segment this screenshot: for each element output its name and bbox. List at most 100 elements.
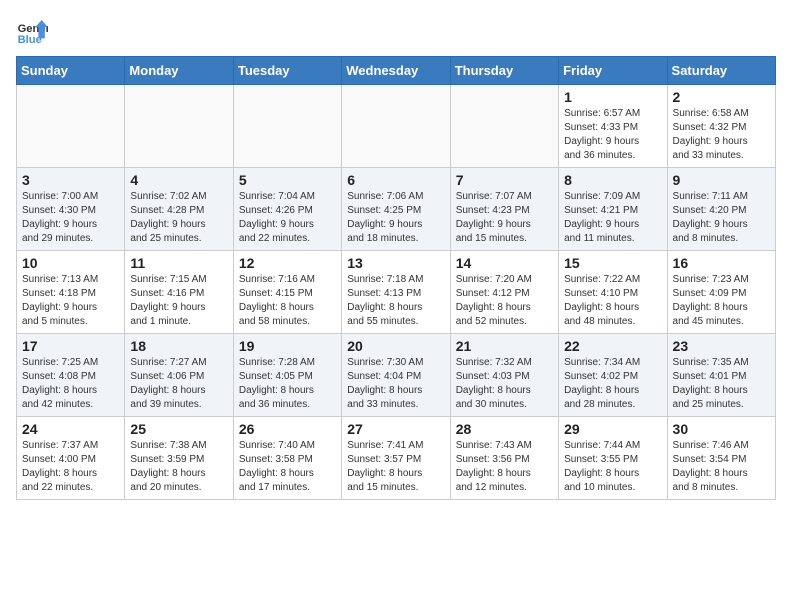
day-number: 14 — [456, 255, 553, 271]
day-info: Sunrise: 7:44 AM Sunset: 3:55 PM Dayligh… — [564, 439, 661, 495]
day-info: Sunrise: 7:00 AM Sunset: 4:30 PM Dayligh… — [22, 190, 119, 246]
day-number: 25 — [130, 421, 227, 437]
day-number: 1 — [564, 89, 661, 105]
day-info: Sunrise: 7:34 AM Sunset: 4:02 PM Dayligh… — [564, 356, 661, 412]
calendar-cell: 28 Sunrise: 7:43 AM Sunset: 3:56 PM Dayli… — [450, 417, 558, 500]
week-row-1: 1 Sunrise: 6:57 AM Sunset: 4:33 PM Daylig… — [17, 85, 776, 168]
calendar-cell: 14 Sunrise: 7:20 AM Sunset: 4:12 PM Dayli… — [450, 251, 558, 334]
day-number: 21 — [456, 338, 553, 354]
day-info: Sunrise: 7:40 AM Sunset: 3:58 PM Dayligh… — [239, 439, 336, 495]
logo-icon: General Blue — [16, 16, 48, 48]
calendar-cell: 9 Sunrise: 7:11 AM Sunset: 4:20 PM Daylig… — [667, 168, 775, 251]
day-info: Sunrise: 7:43 AM Sunset: 3:56 PM Dayligh… — [456, 439, 553, 495]
calendar-cell: 12Sunrise: 7:16 AM Sunset: 4:15 PM Dayli… — [233, 251, 341, 334]
header-wednesday: Wednesday — [342, 57, 450, 85]
calendar-cell: 5Sunrise: 7:04 AM Sunset: 4:26 PM Daylig… — [233, 168, 341, 251]
day-info: Sunrise: 7:11 AM Sunset: 4:20 PM Dayligh… — [673, 190, 770, 246]
day-info: Sunrise: 7:18 AM Sunset: 4:13 PM Dayligh… — [347, 273, 444, 329]
day-number: 3 — [22, 172, 119, 188]
week-row-2: 3 Sunrise: 7:00 AM Sunset: 4:30 PM Daylig… — [17, 168, 776, 251]
day-info: Sunrise: 6:57 AM Sunset: 4:33 PM Dayligh… — [564, 107, 661, 163]
day-info: Sunrise: 7:38 AM Sunset: 3:59 PM Dayligh… — [130, 439, 227, 495]
day-number: 12 — [239, 255, 336, 271]
header-thursday: Thursday — [450, 57, 558, 85]
day-number: 10 — [22, 255, 119, 271]
week-row-4: 17 Sunrise: 7:25 AM Sunset: 4:08 PM Dayli… — [17, 334, 776, 417]
day-info: Sunrise: 7:20 AM Sunset: 4:12 PM Dayligh… — [456, 273, 553, 329]
day-number: 23 — [673, 338, 770, 354]
day-info: Sunrise: 7:37 AM Sunset: 4:00 PM Dayligh… — [22, 439, 119, 495]
day-info: Sunrise: 7:41 AM Sunset: 3:57 PM Dayligh… — [347, 439, 444, 495]
day-number: 29 — [564, 421, 661, 437]
day-number: 8 — [564, 172, 661, 188]
day-number: 4 — [130, 172, 227, 188]
svg-text:Blue: Blue — [18, 34, 42, 46]
day-number: 11 — [130, 255, 227, 271]
day-info: Sunrise: 7:28 AM Sunset: 4:05 PM Dayligh… — [239, 356, 336, 412]
calendar-cell: 13 Sunrise: 7:18 AM Sunset: 4:13 PM Dayli… — [342, 251, 450, 334]
header-friday: Friday — [559, 57, 667, 85]
day-number: 22 — [564, 338, 661, 354]
header-sunday: Sunday — [17, 57, 125, 85]
day-info: Sunrise: 7:23 AM Sunset: 4:09 PM Dayligh… — [673, 273, 770, 329]
day-info: Sunrise: 7:13 AM Sunset: 4:18 PM Dayligh… — [22, 273, 119, 329]
calendar-cell — [233, 85, 341, 168]
calendar-cell: 27 Sunrise: 7:41 AM Sunset: 3:57 PM Dayli… — [342, 417, 450, 500]
day-info: Sunrise: 7:27 AM Sunset: 4:06 PM Dayligh… — [130, 356, 227, 412]
day-number: 19 — [239, 338, 336, 354]
day-info: Sunrise: 7:07 AM Sunset: 4:23 PM Dayligh… — [456, 190, 553, 246]
calendar-cell — [125, 85, 233, 168]
calendar-cell: 20 Sunrise: 7:30 AM Sunset: 4:04 PM Dayli… — [342, 334, 450, 417]
day-number: 30 — [673, 421, 770, 437]
day-info: Sunrise: 7:25 AM Sunset: 4:08 PM Dayligh… — [22, 356, 119, 412]
day-number: 2 — [673, 89, 770, 105]
calendar-cell — [450, 85, 558, 168]
calendar-cell: 23 Sunrise: 7:35 AM Sunset: 4:01 PM Dayli… — [667, 334, 775, 417]
calendar-cell: 1 Sunrise: 6:57 AM Sunset: 4:33 PM Daylig… — [559, 85, 667, 168]
calendar-cell: 25 Sunrise: 7:38 AM Sunset: 3:59 PM Dayli… — [125, 417, 233, 500]
day-info: Sunrise: 7:30 AM Sunset: 4:04 PM Dayligh… — [347, 356, 444, 412]
calendar-cell: 2 Sunrise: 6:58 AM Sunset: 4:32 PM Daylig… — [667, 85, 775, 168]
logo: General Blue — [16, 16, 48, 48]
day-info: Sunrise: 7:46 AM Sunset: 3:54 PM Dayligh… — [673, 439, 770, 495]
calendar-cell: 24 Sunrise: 7:37 AM Sunset: 4:00 PM Dayli… — [17, 417, 125, 500]
calendar-cell: 19 Sunrise: 7:28 AM Sunset: 4:05 PM Dayli… — [233, 334, 341, 417]
calendar-cell: 3 Sunrise: 7:00 AM Sunset: 4:30 PM Daylig… — [17, 168, 125, 251]
day-info: Sunrise: 7:06 AM Sunset: 4:25 PM Dayligh… — [347, 190, 444, 246]
week-row-3: 10 Sunrise: 7:13 AM Sunset: 4:18 PM Dayli… — [17, 251, 776, 334]
calendar-cell: 18 Sunrise: 7:27 AM Sunset: 4:06 PM Dayli… — [125, 334, 233, 417]
day-number: 6 — [347, 172, 444, 188]
day-number: 20 — [347, 338, 444, 354]
calendar-cell: 30 Sunrise: 7:46 AM Sunset: 3:54 PM Dayli… — [667, 417, 775, 500]
calendar-cell: 10 Sunrise: 7:13 AM Sunset: 4:18 PM Dayli… — [17, 251, 125, 334]
calendar-cell: 4Sunrise: 7:02 AM Sunset: 4:28 PM Daylig… — [125, 168, 233, 251]
day-number: 17 — [22, 338, 119, 354]
day-info: Sunrise: 7:35 AM Sunset: 4:01 PM Dayligh… — [673, 356, 770, 412]
calendar-table: Sunday Monday Tuesday Wednesday Thursday… — [16, 56, 776, 500]
calendar-cell: 17 Sunrise: 7:25 AM Sunset: 4:08 PM Dayli… — [17, 334, 125, 417]
day-number: 13 — [347, 255, 444, 271]
day-info: Sunrise: 6:58 AM Sunset: 4:32 PM Dayligh… — [673, 107, 770, 163]
day-number: 9 — [673, 172, 770, 188]
day-number: 18 — [130, 338, 227, 354]
day-number: 16 — [673, 255, 770, 271]
calendar-cell: 22 Sunrise: 7:34 AM Sunset: 4:02 PM Dayli… — [559, 334, 667, 417]
calendar-cell — [17, 85, 125, 168]
week-row-5: 24 Sunrise: 7:37 AM Sunset: 4:00 PM Dayli… — [17, 417, 776, 500]
day-info: Sunrise: 7:22 AM Sunset: 4:10 PM Dayligh… — [564, 273, 661, 329]
header: General Blue — [16, 16, 776, 48]
day-number: 28 — [456, 421, 553, 437]
calendar-cell: 29 Sunrise: 7:44 AM Sunset: 3:55 PM Dayli… — [559, 417, 667, 500]
header-tuesday: Tuesday — [233, 57, 341, 85]
day-info: Sunrise: 7:32 AM Sunset: 4:03 PM Dayligh… — [456, 356, 553, 412]
day-number: 24 — [22, 421, 119, 437]
calendar-cell — [342, 85, 450, 168]
weekday-header-row: Sunday Monday Tuesday Wednesday Thursday… — [17, 57, 776, 85]
calendar-cell: 15 Sunrise: 7:22 AM Sunset: 4:10 PM Dayli… — [559, 251, 667, 334]
day-number: 15 — [564, 255, 661, 271]
day-info: Sunrise: 7:09 AM Sunset: 4:21 PM Dayligh… — [564, 190, 661, 246]
calendar-cell: 6 Sunrise: 7:06 AM Sunset: 4:25 PM Daylig… — [342, 168, 450, 251]
day-info: Sunrise: 7:04 AM Sunset: 4:26 PM Dayligh… — [239, 190, 336, 246]
calendar-cell: 11Sunrise: 7:15 AM Sunset: 4:16 PM Dayli… — [125, 251, 233, 334]
day-number: 27 — [347, 421, 444, 437]
